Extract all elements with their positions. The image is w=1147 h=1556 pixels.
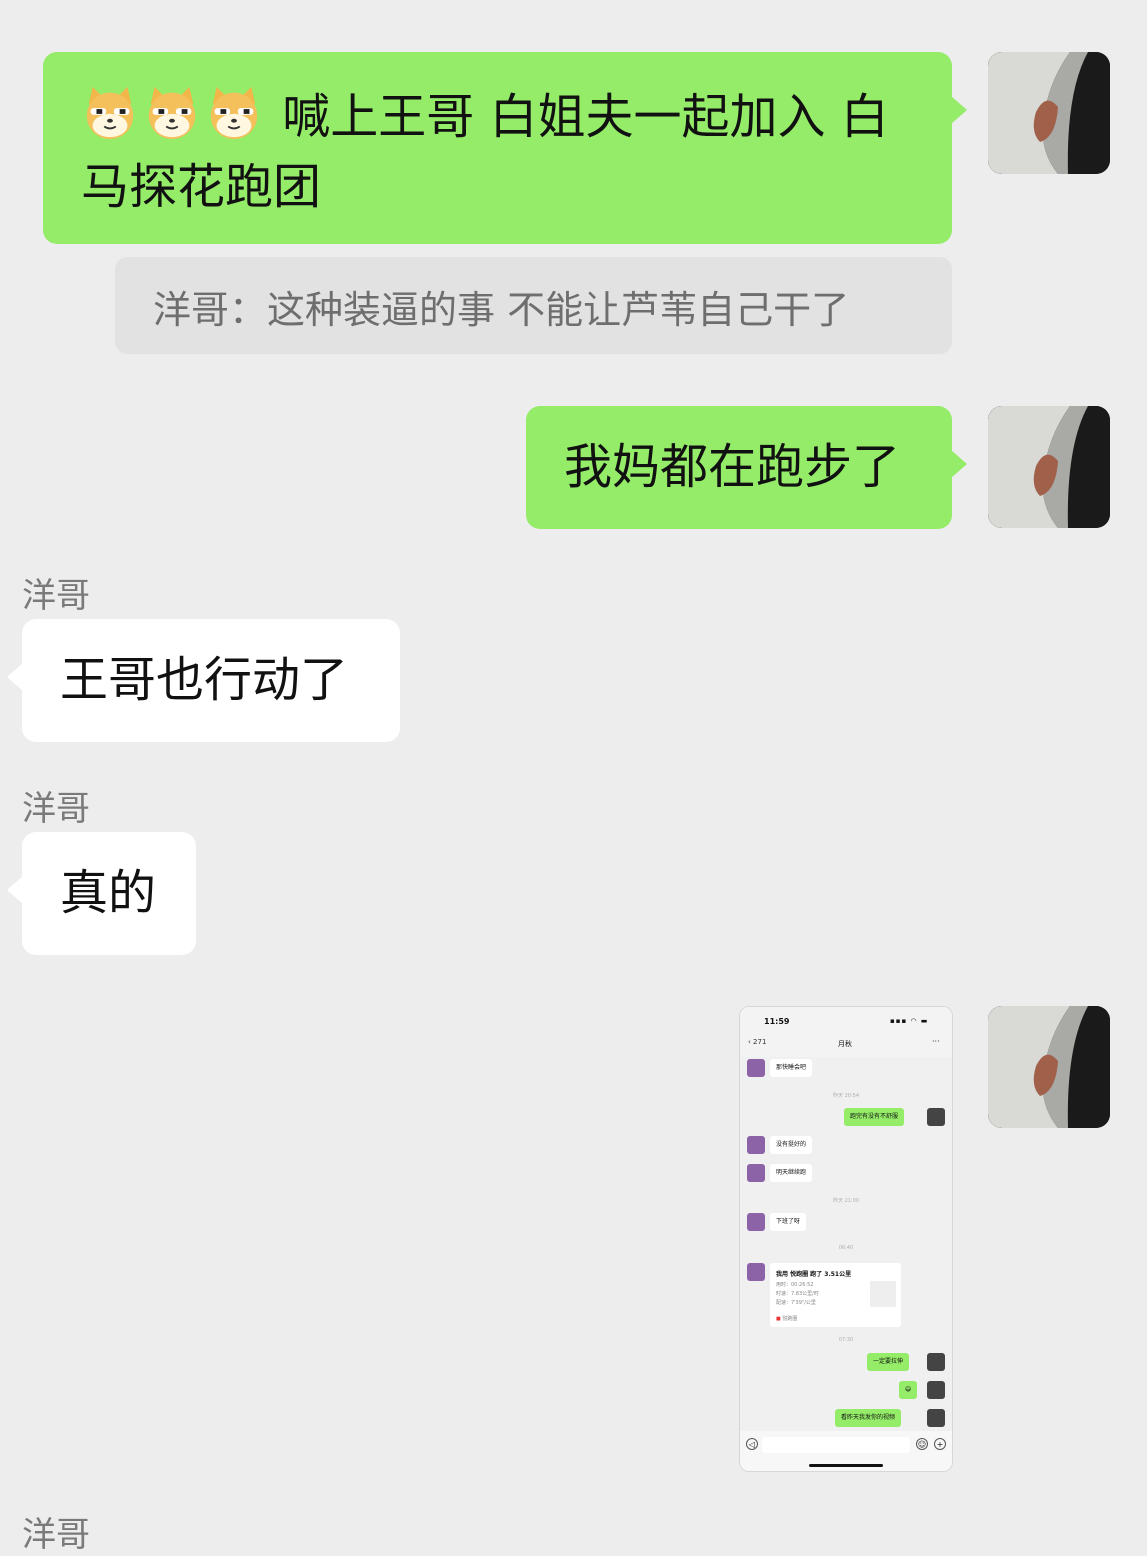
screenshot-message: 明天继续跑 [770,1164,813,1182]
message-bubble-incoming[interactable]: 真的 [7,832,196,955]
image-message-screenshot[interactable]: 11:59 ▪▪▪ ◠ ▬ ‹ 271 月秋 ··· 那快睡会吧 昨天 20:5… [739,1006,953,1472]
screenshot-avatar [747,1136,765,1154]
message-line: 马探花跑团 [81,159,322,215]
run-card-duration: 用时：00:26:52 [776,1282,814,1288]
screenshot-input-box [762,1437,910,1453]
screenshot-chat-title: 月秋 [838,1040,852,1048]
screenshot-timestamp: 昨天 20:54 [833,1093,859,1099]
avatar-image [988,1006,1110,1128]
screenshot-timestamp: 07:30 [838,1337,854,1343]
screenshot-avatar [927,1108,945,1126]
screenshot-avatar [747,1059,765,1077]
message-text: 王哥也行动了 [60,652,349,708]
doge-emoji-icon [148,86,196,140]
run-map-thumbnail [870,1281,896,1307]
screenshot-message: 跑完有没有不舒服 [844,1108,905,1126]
message-text: 喊上王哥 白姐夫一起加入 白 马探花跑团 [81,82,914,222]
message-line: 喊上王哥 白姐夫一起加入 白 [282,89,889,145]
run-card-speed: 时速：7.83公里/时 [776,1291,819,1297]
screenshot-avatar [927,1409,945,1427]
screenshot-message: 下班了呀 [770,1213,807,1231]
screenshot-message: 没有挺好的 [770,1136,813,1154]
message-bubble-outgoing[interactable]: 我妈都在跑步了 [526,406,967,529]
screenshot-message: 看昨天我发你的视频 [835,1409,902,1427]
message-bubble-outgoing[interactable]: 喊上王哥 白姐夫一起加入 白 马探花跑团 [43,52,967,244]
screenshot-avatar [747,1263,765,1281]
screenshot-message: 那快睡会吧 [770,1059,813,1077]
screenshot-status-time: 11:59 [764,1017,790,1026]
sender-name: 洋哥 [22,789,90,829]
doge-emoji-icon [86,86,134,140]
screenshot-avatar [927,1381,945,1399]
doge-emoji-icon [210,86,258,140]
sender-name: 洋哥 [22,576,90,616]
screenshot-run-card: 我用 悦跑圈 跑了 3.51公里 用时：00:26:52 时速：7.83公里/时… [770,1263,901,1327]
message-bubble-incoming[interactable]: 王哥也行动了 [7,619,400,742]
screenshot-avatar [747,1164,765,1182]
my-avatar[interactable] [988,52,1110,174]
my-avatar[interactable] [988,406,1110,528]
screenshot-header [740,1007,952,1057]
plus-icon: + [934,1438,946,1450]
quoted-reply[interactable]: 洋哥：这种装逼的事 不能让芦苇自己干了 [115,257,952,354]
home-indicator [809,1464,883,1467]
avatar-image [988,52,1110,174]
screenshot-avatar [747,1213,765,1231]
more-icon: ··· [932,1037,940,1046]
screenshot-timestamp: 06:40 [838,1245,854,1251]
screenshot-message: 一定要拉伸 [867,1353,910,1371]
message-text: 真的 [60,865,157,921]
sender-name: 洋哥 [22,1515,90,1555]
quoted-reply-text: 洋哥：这种装逼的事 不能让芦苇自己干了 [153,288,850,332]
run-card-source: ■ 悦跑圈 [776,1316,798,1322]
run-card-pace: 配速：7'39"/公里 [776,1300,816,1306]
screenshot-back-button: ‹ 271 [748,1038,767,1046]
emoji-icon: ☺ [916,1438,928,1450]
status-icons: ▪▪▪ ◠ ▬ [890,1017,929,1025]
message-text: 我妈都在跑步了 [564,439,901,495]
run-card-title: 我用 悦跑圈 跑了 3.51公里 [776,1271,852,1278]
screenshot-message: 😄 [899,1381,918,1399]
screenshot-timestamp: 昨天 21:00 [833,1198,859,1204]
screenshot-avatar [927,1353,945,1371]
voice-icon: ◁ [746,1438,758,1450]
avatar-image [988,406,1110,528]
my-avatar[interactable] [988,1006,1110,1128]
